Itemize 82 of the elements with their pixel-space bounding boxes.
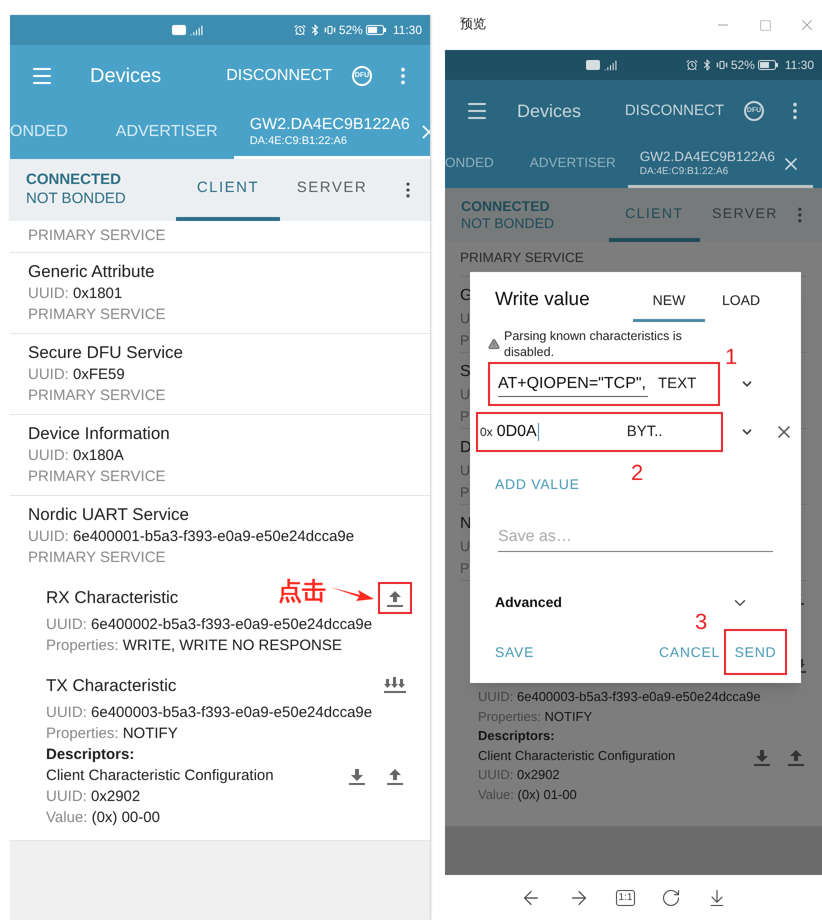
service-name[interactable]: Nordic UART Service (28, 504, 412, 526)
service-type: PRIMARY SERVICE (460, 250, 584, 265)
battery-icon (366, 25, 386, 35)
descriptor-name: Client Characteristic Configuration (46, 766, 275, 786)
device-tab[interactable]: ONDED (445, 142, 518, 188)
covered-text: S (460, 362, 471, 382)
app-title: Devices (90, 64, 162, 89)
uuid-text: UUID: 0xFE59 (28, 365, 126, 385)
uuid-text: UUID: 6e400002-b5a3-f393-e0a9-e50e24dcca9e (46, 615, 374, 635)
save-button[interactable]: SAVE (495, 642, 534, 662)
service-type: PRIMARY SERVICE (28, 548, 167, 568)
properties-text: Properties: NOTIFY (46, 724, 179, 744)
disconnect-button[interactable]: DISCONNECT (624, 100, 724, 122)
disconnect-button[interactable]: DISCONNECT (226, 64, 332, 88)
value-field[interactable]: AT+QIOPEN="TCP", (498, 372, 648, 396)
properties-text: Properties: WRITE, WRITE NO RESPONSE (46, 636, 343, 656)
signal-icon (604, 58, 617, 72)
hd-icon (172, 25, 186, 35)
uuid-text: UUID: 6e400001-b5a3-f393-e0a9-e50e24dcca9e (28, 527, 356, 547)
device-tab[interactable]: ADVERTISER (100, 107, 234, 159)
rotate-icon[interactable] (661, 888, 682, 908)
warning-text: Parsing known characteristics is disabled. (504, 328, 683, 360)
cancel-button[interactable]: CANCEL (659, 642, 720, 662)
advanced-section[interactable]: Advanced (495, 592, 562, 613)
characteristic-name[interactable]: TX Characteristic (46, 675, 378, 697)
service-type: PRIMARY SERVICE (28, 305, 167, 325)
alarm-icon (294, 24, 306, 36)
view-tab[interactable]: SERVER (700, 188, 790, 242)
format-label[interactable]: TEXT (658, 372, 696, 396)
service-type: PRIMARY SERVICE (28, 467, 167, 487)
clock-time: 11:30 (392, 22, 422, 39)
write-button[interactable] (378, 582, 412, 614)
app-title: Devices (517, 100, 582, 122)
dialog-tab[interactable]: NEW (633, 282, 705, 322)
service-name[interactable]: Generic Attribute (28, 261, 412, 283)
maximize-icon[interactable] (759, 18, 772, 32)
bond-status: NOT BONDED (26, 190, 127, 209)
window-title: 预览 (460, 16, 486, 34)
save-as-field[interactable]: Save as… (498, 525, 773, 552)
view-tab[interactable]: SERVER (280, 159, 384, 221)
tap-annotation: 点击 (278, 576, 326, 607)
uuid-text: UUID: 6e400003-b5a3-f393-e0a9-e50e24dcca9e (46, 703, 374, 723)
add-value-button[interactable]: ADD VALUE (495, 474, 580, 495)
vibrate-icon (324, 24, 336, 36)
send-button[interactable]: SEND (724, 629, 787, 675)
service-type: PRIMARY SERVICE (28, 226, 167, 246)
connection-status: CONNECTED (461, 198, 551, 215)
uuid-text: UUID: 0x180A (28, 446, 125, 466)
service-name[interactable]: Device Information (28, 423, 412, 445)
battery-percent: 52% (338, 22, 363, 39)
hex-prefix: 0x (480, 424, 493, 441)
device-tab[interactable]: ONDED (10, 107, 100, 159)
clock-time: 11:30 (784, 57, 814, 74)
characteristic-name[interactable]: RX Characteristic (46, 587, 278, 609)
device-tab[interactable]: ADVERTISER (518, 142, 628, 188)
service-type: PRIMARY SERVICE (28, 386, 167, 406)
step-number: 1 (725, 343, 738, 371)
vibrate-icon (716, 59, 728, 71)
signal-icon (190, 24, 204, 36)
battery-percent: 52% (730, 57, 755, 74)
uuid-text: UUID: 0x2902 (46, 787, 142, 807)
warning-icon (488, 338, 500, 350)
value-text: Value: (0x) 00-00 (46, 808, 161, 828)
step-number: 3 (695, 608, 708, 636)
bond-status: NOT BONDED (461, 215, 556, 232)
step-number: 2 (631, 459, 644, 487)
hd-icon (586, 60, 600, 70)
alarm-icon (686, 59, 698, 71)
value-field[interactable]: 0D0A (496, 420, 617, 444)
descriptors-heading: Descriptors: (478, 727, 556, 745)
battery-icon (758, 60, 778, 70)
connection-status: CONNECTED (26, 171, 122, 190)
covered-text: N (460, 514, 472, 534)
descriptor-name: Client Characteristic Configuration (478, 746, 676, 765)
pointer-arrow (330, 584, 374, 602)
actual-size-button[interactable]: 1:1 (616, 890, 636, 906)
descriptors-heading: Descriptors: (46, 745, 136, 765)
format-label[interactable]: BYT.. (626, 420, 663, 444)
service-name[interactable]: Secure DFU Service (28, 342, 412, 364)
uuid-text: UUID: 0x1801 (28, 284, 124, 304)
dialog-title: Write value (495, 288, 591, 312)
dialog-tab[interactable]: LOAD (705, 282, 777, 322)
